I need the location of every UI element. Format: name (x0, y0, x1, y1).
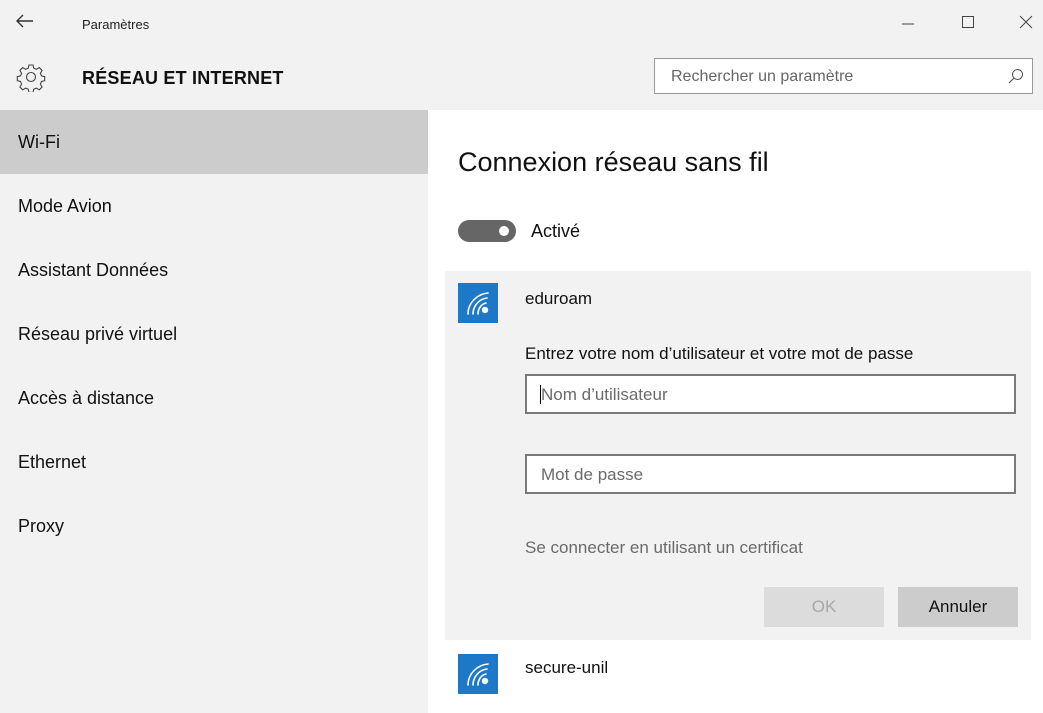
maximize-button[interactable] (948, 10, 988, 40)
network-item[interactable]: secure-unil (445, 650, 1031, 713)
ok-button[interactable]: OK (764, 587, 884, 627)
main-content: Connexion réseau sans fil Activé eduroam… (428, 110, 1043, 713)
wifi-tile (458, 654, 498, 694)
network-item-expanded[interactable]: eduroam Entrez votre nom d’utilisateur e… (445, 271, 1031, 640)
wifi-toggle[interactable] (458, 220, 516, 242)
search-icon[interactable] (1008, 68, 1024, 84)
sidebar-item-label: Wi-Fi (18, 132, 60, 152)
settings-header: RÉSEAU ET INTERNET (0, 48, 1043, 110)
sidebar-item-ethernet[interactable]: Ethernet (0, 430, 428, 494)
page-title: Connexion réseau sans fil (458, 147, 769, 177)
sidebar-item-acces-distance[interactable]: Accès à distance (0, 366, 428, 430)
close-icon (1019, 15, 1032, 29)
search-input[interactable] (669, 59, 1003, 95)
sidebar-item-assistant-donnees[interactable]: Assistant Données (0, 238, 428, 302)
gear-icon (16, 64, 46, 92)
title-bar: Paramètres (0, 0, 1043, 48)
sidebar: Wi-Fi Mode Avion Assistant Données Résea… (0, 110, 428, 713)
password-input[interactable] (539, 456, 1003, 494)
search-box[interactable] (654, 58, 1033, 95)
back-arrow-icon (16, 14, 33, 28)
network-name: eduroam (525, 289, 593, 308)
sidebar-item-vpn[interactable]: Réseau privé virtuel (0, 302, 428, 366)
sidebar-item-label: Proxy (18, 516, 65, 536)
sidebar-item-label: Assistant Données (18, 260, 169, 280)
sidebar-item-label: Ethernet (18, 452, 87, 472)
wifi-icon (467, 663, 489, 686)
username-input[interactable] (539, 376, 1003, 414)
certificate-link[interactable]: Se connecter en utilisant un certificat (525, 538, 803, 558)
minimize-icon (902, 23, 914, 25)
maximize-icon (962, 16, 974, 28)
toggle-label: Activé (531, 221, 581, 241)
window-title: Paramètres (82, 17, 150, 32)
network-name: secure-unil (525, 658, 609, 677)
sidebar-item-label: Réseau privé virtuel (18, 324, 178, 344)
toggle-knob (499, 226, 509, 236)
wifi-tile (458, 283, 498, 323)
back-button[interactable] (16, 10, 46, 40)
minimize-button[interactable] (888, 10, 928, 40)
password-field[interactable] (525, 454, 1016, 494)
sidebar-item-mode-avion[interactable]: Mode Avion (0, 174, 428, 238)
wifi-icon (467, 292, 489, 315)
close-button[interactable] (1008, 10, 1043, 40)
sidebar-item-label: Mode Avion (18, 196, 112, 216)
sidebar-item-label: Accès à distance (18, 388, 155, 408)
section-title: RÉSEAU ET INTERNET (82, 68, 284, 88)
username-field[interactable] (525, 374, 1016, 414)
cancel-button[interactable]: Annuler (898, 587, 1018, 627)
sidebar-item-proxy[interactable]: Proxy (0, 494, 428, 558)
sidebar-item-wifi[interactable]: Wi-Fi (0, 110, 428, 174)
credentials-prompt: Entrez votre nom d’utilisateur et votre … (525, 344, 914, 363)
